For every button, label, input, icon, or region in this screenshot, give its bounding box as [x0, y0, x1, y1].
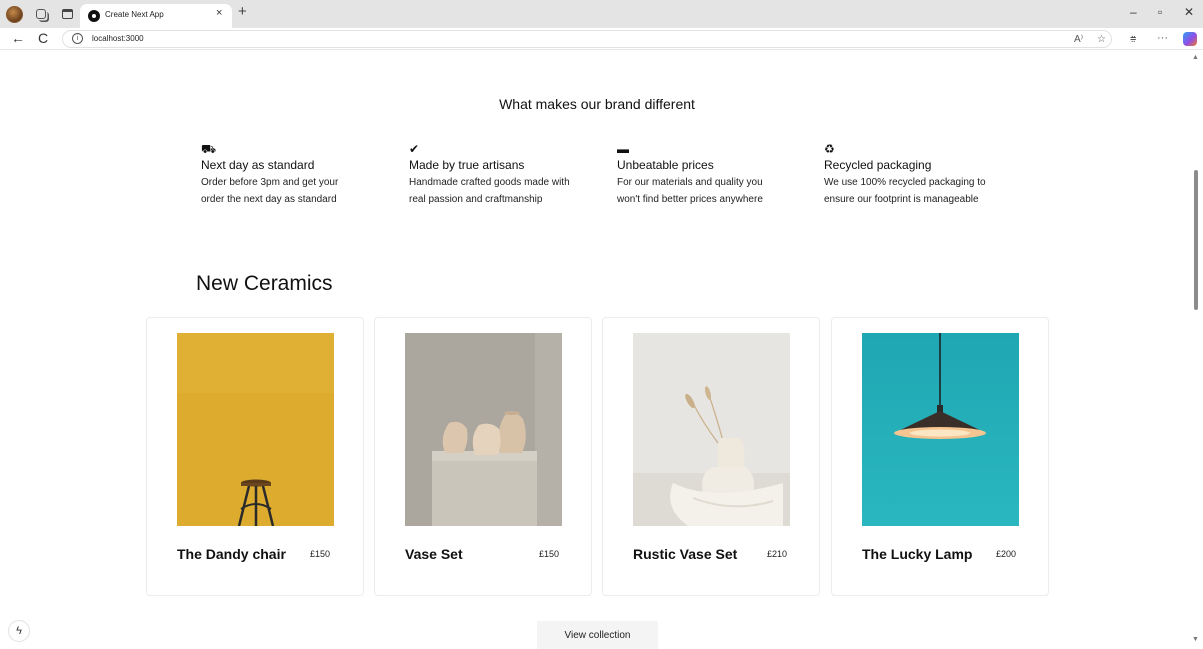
scrollbar-thumb[interactable]	[1194, 170, 1198, 310]
url-text[interactable]: localhost:3000	[92, 34, 144, 43]
product-name[interactable]: Rustic Vase Set	[633, 546, 737, 562]
product-name[interactable]: The Lucky Lamp	[862, 546, 972, 562]
product-name[interactable]: Vase Set	[405, 546, 463, 562]
product-card-vase-set[interactable]: Vase Set £150	[374, 317, 592, 596]
address-bar[interactable]: i localhost:3000 A⁾ ☆	[62, 30, 1112, 48]
rustic-vase-photo[interactable]	[633, 333, 790, 526]
product-price: £150	[310, 549, 331, 559]
workspaces-icon[interactable]	[33, 6, 49, 22]
profile-avatar-icon[interactable]	[6, 6, 23, 23]
lamp-photo[interactable]	[862, 333, 1019, 526]
feature-artisans: ✔ Made by true artisans Handmade crafted…	[409, 141, 589, 208]
feature-title: Made by true artisans	[409, 158, 525, 172]
feature-prices: ▬ Unbeatable prices For our materials an…	[617, 141, 797, 208]
tab-actions-icon[interactable]	[59, 6, 75, 22]
feature-text: For our materials and quality you won't …	[617, 177, 763, 205]
new-ceramics-heading: New Ceramics	[196, 272, 333, 295]
vase-set-photo[interactable]	[405, 333, 562, 526]
favorite-star-icon[interactable]: ☆	[1097, 34, 1106, 45]
feature-title: Recycled packaging	[824, 158, 932, 172]
tab-close-icon[interactable]: ×	[216, 7, 222, 19]
product-name[interactable]: The Dandy chair	[177, 546, 286, 562]
nextjs-favicon-icon	[88, 10, 100, 22]
nextjs-dev-indicator-icon[interactable]: ϟ	[8, 620, 30, 642]
feature-title: Unbeatable prices	[617, 158, 714, 172]
more-options-icon[interactable]: ···	[1157, 32, 1168, 44]
new-tab-icon[interactable]: +	[238, 3, 247, 20]
browser-tab-active[interactable]: Create Next App ×	[80, 4, 232, 28]
reload-icon[interactable]: C	[38, 30, 48, 46]
product-price: £150	[539, 549, 560, 559]
brand-section-heading: What makes our brand different	[499, 96, 695, 112]
product-card-lucky-lamp[interactable]: The Lucky Lamp £200	[831, 317, 1049, 596]
copilot-icon[interactable]	[1183, 32, 1197, 46]
tab-title: Create Next App	[105, 10, 164, 19]
scroll-up-arrow-icon[interactable]: ▲	[1192, 54, 1199, 61]
read-aloud-icon[interactable]: A⁾	[1074, 34, 1083, 45]
restore-window-icon[interactable]: ▫	[1158, 5, 1162, 19]
credit-card-icon: ▬	[617, 142, 629, 156]
site-info-icon[interactable]: i	[72, 33, 83, 44]
favorites-icon[interactable]: ⩷	[1130, 32, 1136, 45]
feature-title: Next day as standard	[201, 158, 315, 172]
recycle-icon: ♻	[824, 142, 835, 156]
minimize-icon[interactable]: –	[1130, 5, 1137, 19]
back-arrow-icon[interactable]: ←	[11, 30, 25, 46]
chair-photo[interactable]	[177, 333, 334, 526]
browser-address-row: ← C i localhost:3000 A⁾ ☆ ⩷ ···	[0, 28, 1203, 50]
feature-text: We use 100% recycled packaging to ensure…	[824, 177, 986, 205]
product-price: £200	[996, 549, 1017, 559]
product-card-rustic-vase-set[interactable]: Rustic Vase Set £210	[602, 317, 820, 596]
feature-recycled: ♻ Recycled packaging We use 100% recycle…	[824, 141, 1004, 208]
feature-text: Handmade crafted goods made with real pa…	[409, 177, 570, 205]
view-collection-button[interactable]: View collection	[537, 621, 658, 649]
product-card-dandy-chair[interactable]: The Dandy chair £150	[146, 317, 364, 596]
feature-text: Order before 3pm and get your order the …	[201, 177, 339, 205]
product-price: £210	[767, 549, 788, 559]
scroll-down-arrow-icon[interactable]: ▼	[1192, 636, 1199, 643]
browser-tab-bar: Create Next App × + – ▫ ✕	[0, 0, 1203, 28]
close-window-icon[interactable]: ✕	[1184, 5, 1194, 19]
checkmark-icon: ✔	[409, 142, 420, 156]
feature-next-day: ⛟ Next day as standard Order before 3pm …	[201, 141, 381, 208]
truck-icon: ⛟	[201, 142, 217, 156]
